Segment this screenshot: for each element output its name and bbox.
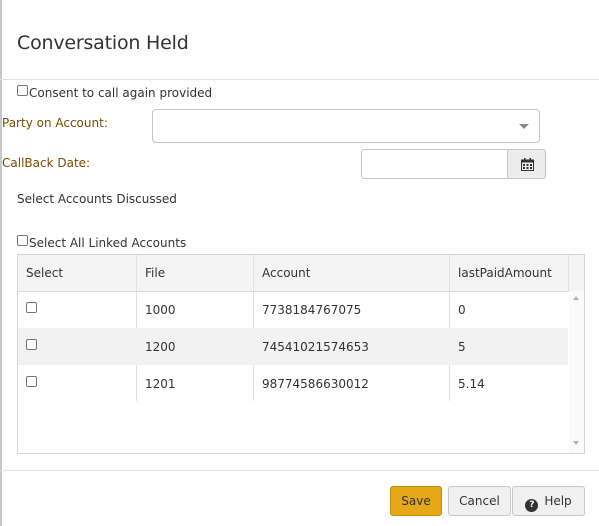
cell-account: 74541021574653 bbox=[262, 340, 369, 354]
cell-last-paid-amount: 5 bbox=[458, 340, 466, 354]
row-select-checkbox[interactable] bbox=[26, 376, 37, 387]
question-circle-icon: ? bbox=[525, 499, 539, 512]
save-button[interactable]: Save bbox=[390, 486, 442, 516]
grid-header: Select File Account lastPaidAmount bbox=[18, 255, 584, 292]
cell-file: 1200 bbox=[145, 340, 176, 354]
chevron-down-icon bbox=[519, 124, 529, 129]
column-header-select[interactable]: Select bbox=[26, 266, 63, 280]
accounts-heading: Select Accounts Discussed bbox=[17, 192, 177, 206]
row-select-checkbox[interactable] bbox=[26, 302, 37, 313]
grid-scrollbar[interactable] bbox=[569, 291, 584, 453]
help-button[interactable]: ? Help bbox=[512, 486, 585, 516]
calendar-icon bbox=[521, 158, 534, 171]
party-on-account-label: Party on Account: bbox=[2, 116, 108, 130]
column-divider bbox=[568, 255, 569, 291]
cell-last-paid-amount: 5.14 bbox=[458, 377, 485, 391]
table-row[interactable]: 1000 7738184767075 0 bbox=[18, 291, 568, 328]
header-divider bbox=[0, 79, 599, 80]
footer-divider bbox=[0, 470, 599, 471]
callback-date-input[interactable] bbox=[361, 149, 508, 179]
cell-account: 7738184767075 bbox=[262, 303, 362, 317]
scroll-down-icon[interactable] bbox=[573, 441, 579, 445]
cell-file: 1201 bbox=[145, 377, 176, 391]
cell-account: 98774586630012 bbox=[262, 377, 369, 391]
column-header-account[interactable]: Account bbox=[262, 266, 310, 280]
consent-label: Consent to call again provided bbox=[29, 86, 213, 100]
help-label: Help bbox=[544, 494, 572, 508]
table-row[interactable]: 1200 74541021574653 5 bbox=[18, 328, 568, 365]
consent-checkbox[interactable] bbox=[17, 85, 28, 96]
accounts-grid: Select File Account lastPaidAmount 1000 … bbox=[17, 254, 585, 454]
row-select-checkbox[interactable] bbox=[26, 339, 37, 350]
callback-date-label: CallBack Date: bbox=[2, 156, 91, 170]
table-row[interactable]: 1201 98774586630012 5.14 bbox=[18, 365, 568, 402]
dialog-title: Conversation Held bbox=[17, 32, 189, 54]
select-all-label: Select All Linked Accounts bbox=[29, 236, 187, 250]
select-all-checkbox[interactable] bbox=[17, 235, 28, 246]
scroll-up-icon[interactable] bbox=[573, 296, 579, 300]
cancel-button[interactable]: Cancel bbox=[448, 486, 511, 516]
cell-file: 1000 bbox=[145, 303, 176, 317]
column-header-file[interactable]: File bbox=[145, 266, 165, 280]
calendar-button[interactable] bbox=[507, 149, 546, 179]
party-on-account-select[interactable] bbox=[152, 109, 540, 143]
cell-last-paid-amount: 0 bbox=[458, 303, 466, 317]
column-header-last-paid-amount[interactable]: lastPaidAmount bbox=[458, 266, 552, 280]
